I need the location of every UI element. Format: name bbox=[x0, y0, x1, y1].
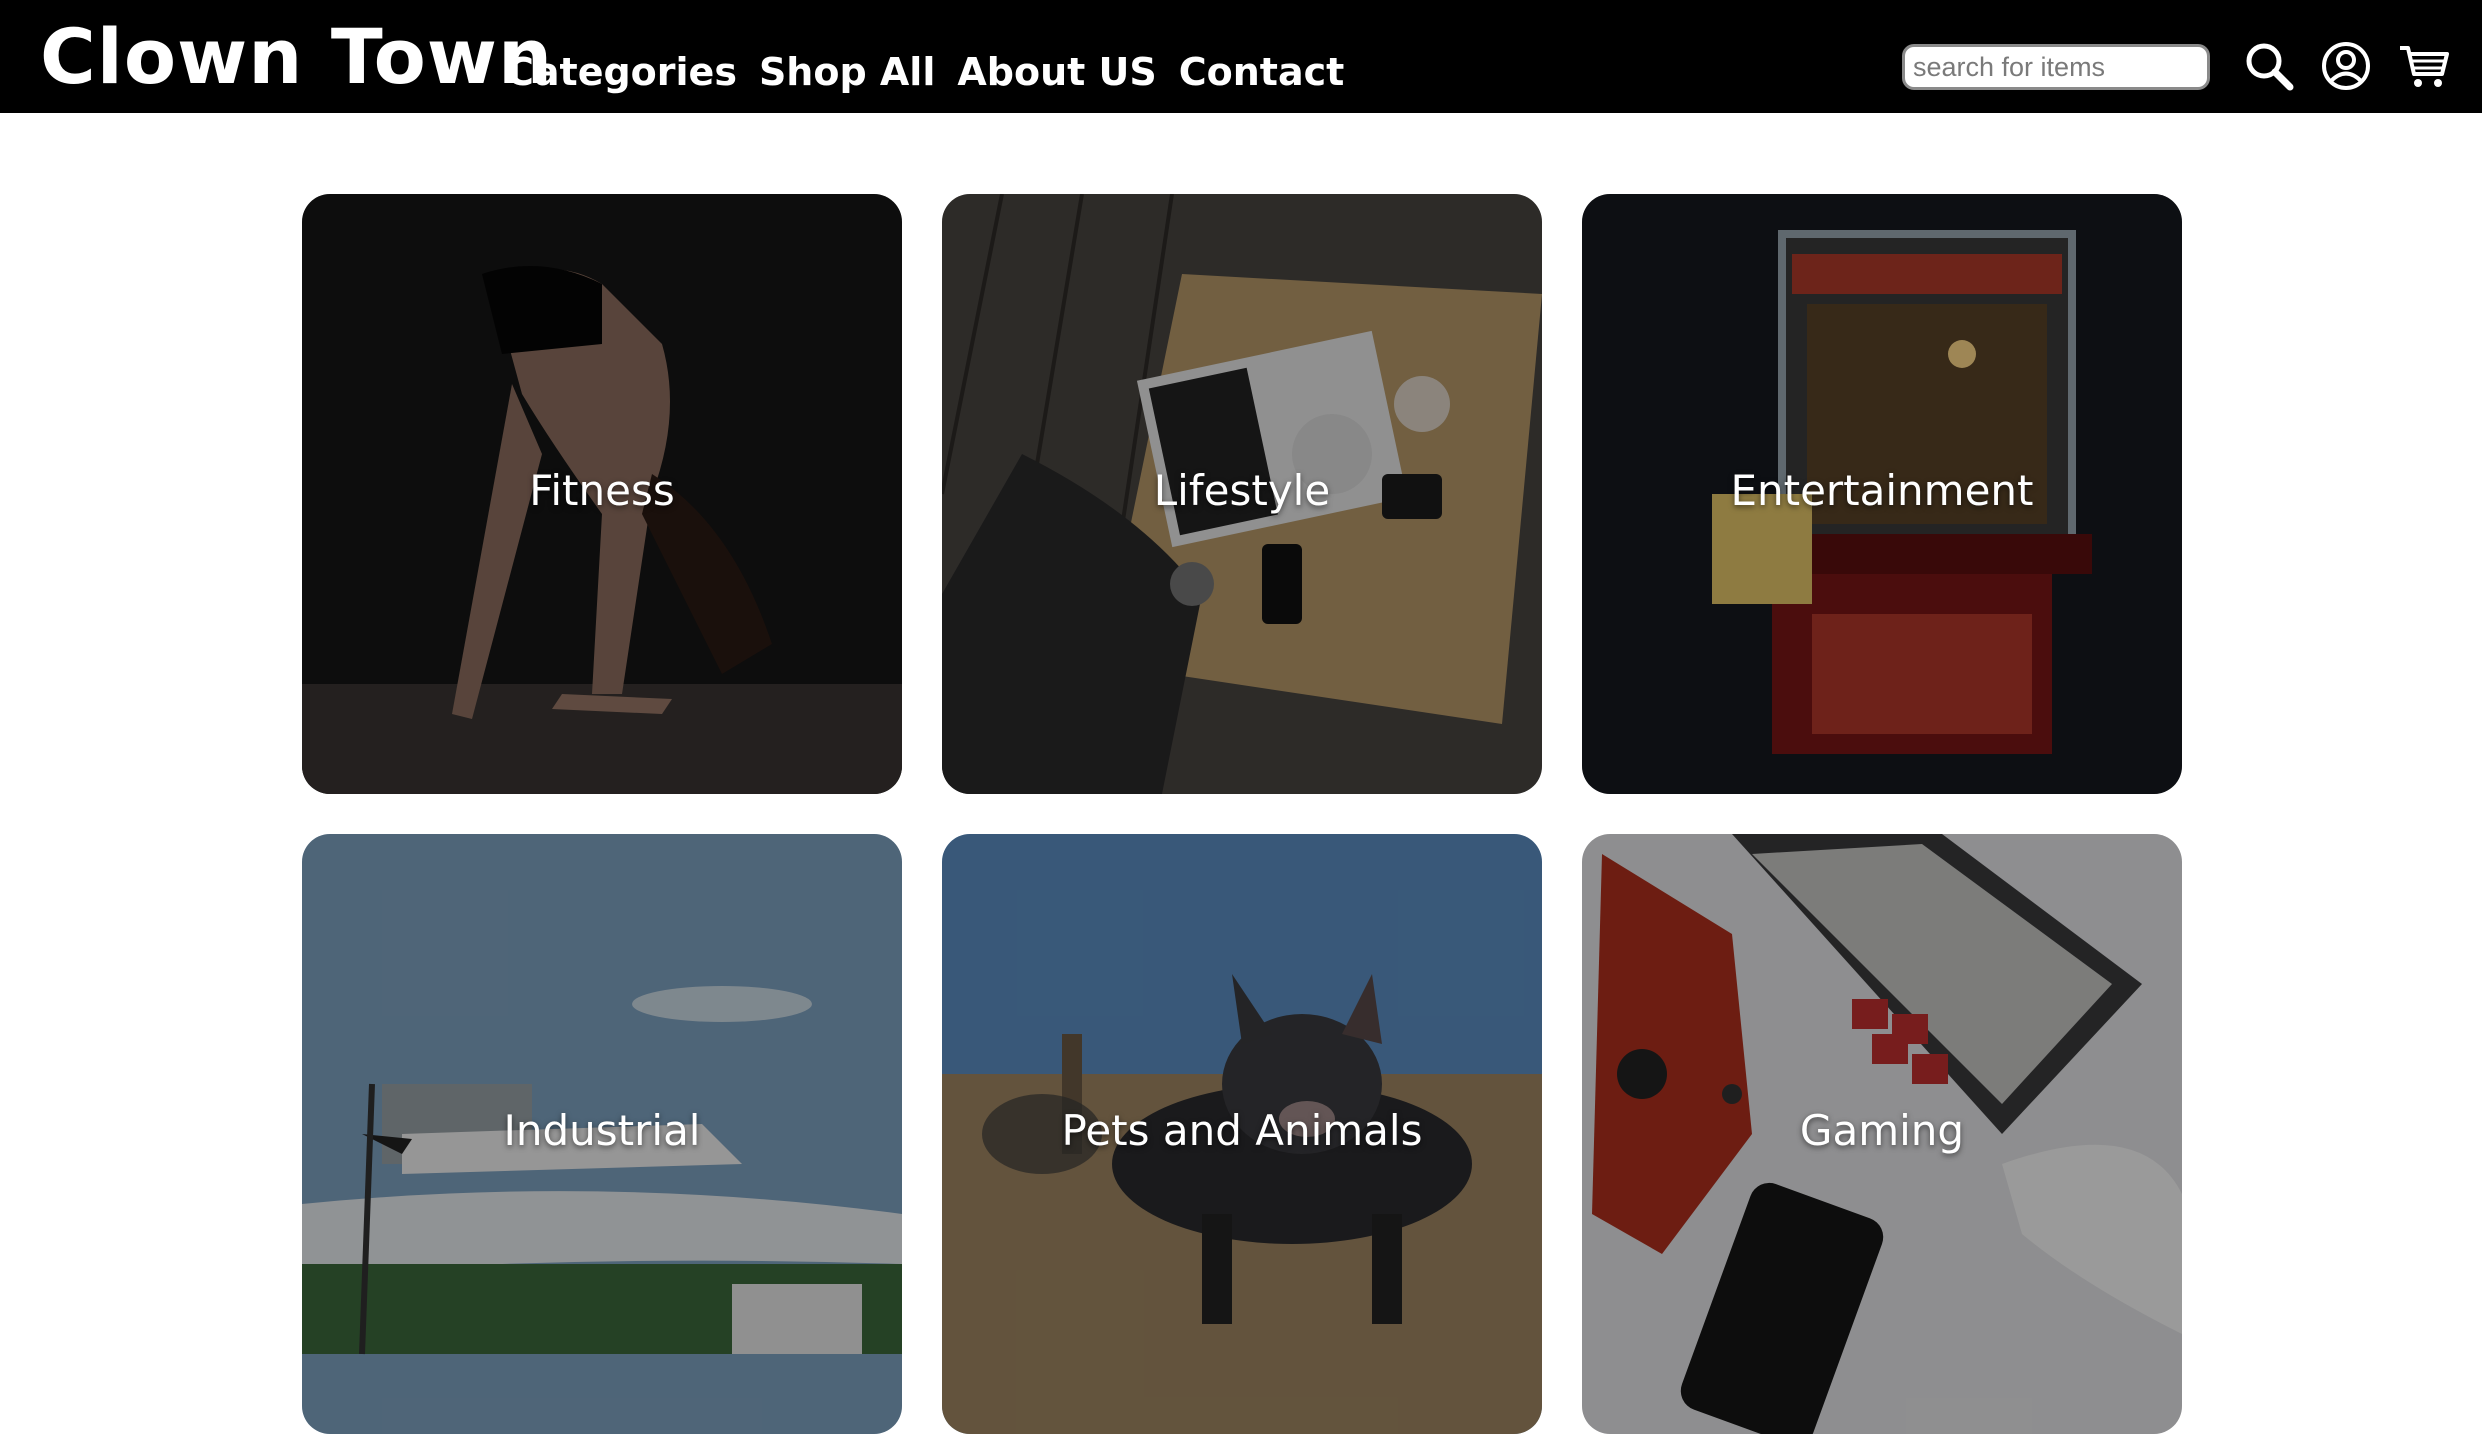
category-card-pets-and-animals[interactable]: Pets and Animals bbox=[942, 834, 1542, 1434]
search-input[interactable] bbox=[1902, 44, 2210, 90]
nav-shop-all[interactable]: Shop All bbox=[759, 50, 935, 94]
category-card-entertainment[interactable]: Entertainment bbox=[1582, 194, 2182, 794]
category-label: Pets and Animals bbox=[1061, 1106, 1423, 1155]
nav-about-us[interactable]: About US bbox=[957, 50, 1156, 94]
category-card-fitness[interactable]: Fitness bbox=[302, 194, 902, 794]
category-card-gaming[interactable]: Gaming bbox=[1582, 834, 2182, 1434]
nav-categories[interactable]: Categories bbox=[506, 50, 737, 94]
category-label: Industrial bbox=[503, 1106, 701, 1155]
site-header: Clown Town Categories Shop All About US … bbox=[0, 0, 2482, 113]
account-icon[interactable] bbox=[2318, 38, 2374, 94]
main-nav: Categories Shop All About US Contact bbox=[506, 50, 1344, 94]
category-card-lifestyle[interactable]: Lifestyle bbox=[942, 194, 1542, 794]
category-label: Lifestyle bbox=[1153, 466, 1331, 515]
category-card-industrial[interactable]: Industrial bbox=[302, 834, 902, 1434]
category-label: Gaming bbox=[1799, 1106, 1965, 1155]
search-icon[interactable] bbox=[2241, 38, 2297, 94]
category-label: Entertainment bbox=[1730, 466, 2034, 515]
nav-contact[interactable]: Contact bbox=[1179, 50, 1345, 94]
brand-logo[interactable]: Clown Town bbox=[40, 12, 553, 101]
category-label: Fitness bbox=[529, 466, 675, 515]
cart-icon[interactable] bbox=[2396, 38, 2452, 94]
